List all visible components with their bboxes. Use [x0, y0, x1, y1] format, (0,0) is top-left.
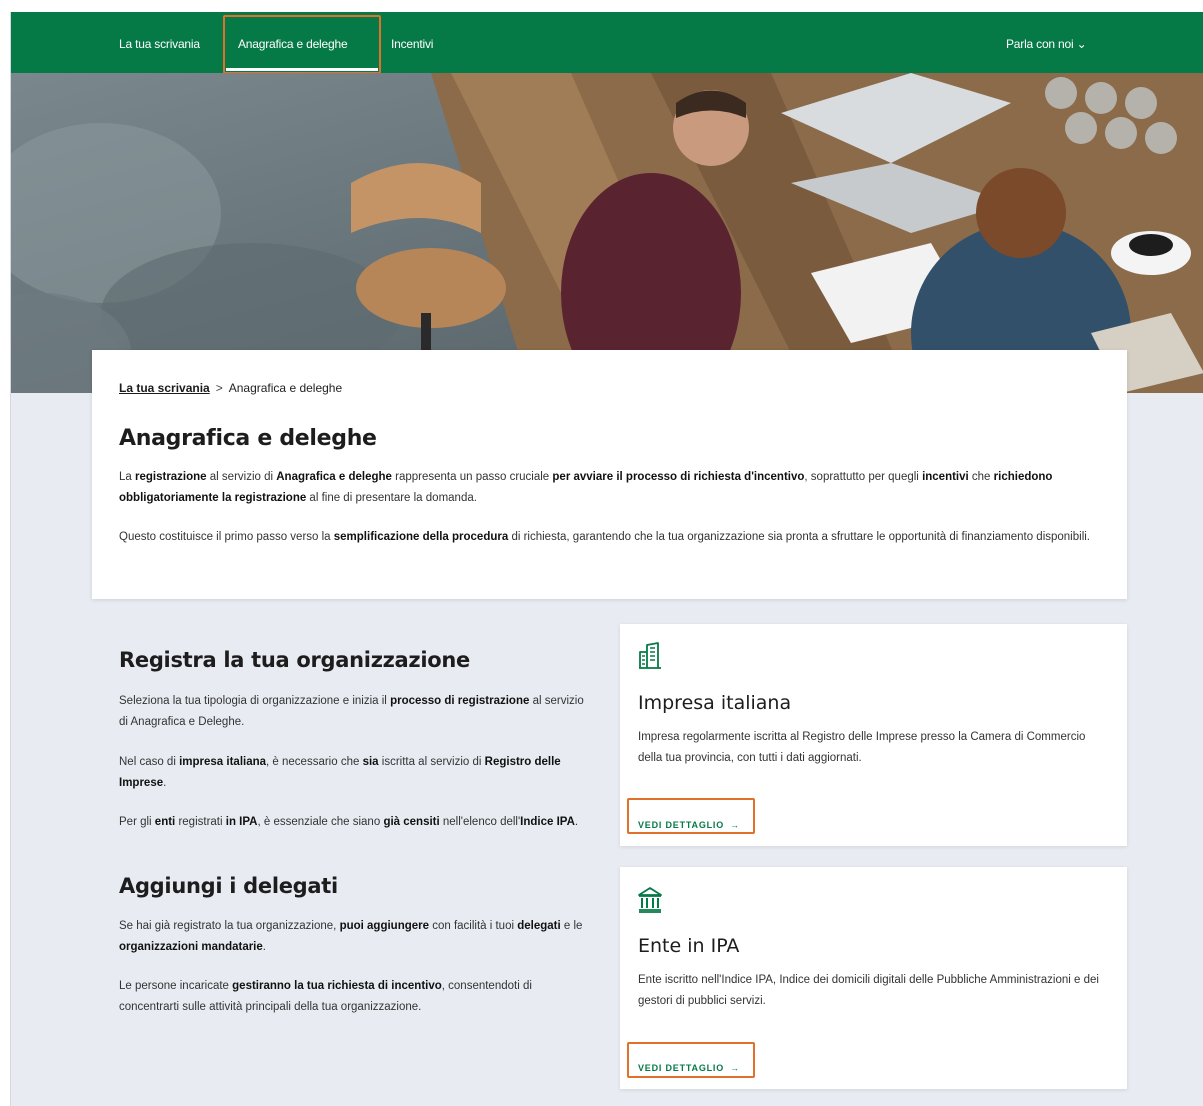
emphasis-text: sia [362, 756, 379, 768]
emphasis-text: organizzazioni mandatarie [119, 941, 263, 953]
intro-card: La tua scrivania > Anagrafica e deleghe An… [92, 350, 1127, 599]
link-label: VEDI DETTAGLIO [638, 1063, 725, 1073]
emphasis-text: semplificazione della procedura [333, 531, 509, 543]
card-description: Impresa regolarmente iscritta al Registr… [638, 731, 1086, 764]
intro-paragraph-2: Questo costituisce il primo passo verso … [119, 531, 1090, 543]
nav-item-incentivi[interactable]: Incentivi [391, 37, 433, 51]
card-title: Impresa italiana [638, 692, 792, 714]
vedi-dettaglio-link[interactable]: VEDI DETTAGLIO → [638, 1063, 740, 1073]
emphasis-text: in IPA [225, 816, 258, 828]
delegates-paragraph-2: Le persone incaricate gestiranno la tua … [119, 980, 532, 1013]
emphasis-text: delegati [517, 920, 561, 932]
delegates-paragraph-1: Se hai già registrato la tua organizzazi… [119, 920, 583, 953]
institution-icon [638, 887, 662, 913]
register-paragraph-3: Per gli enti registrati in IPA, è essenz… [119, 816, 579, 828]
arrow-right-icon: → [730, 820, 740, 830]
talk-with-us-menu[interactable]: Parla con noi ⌄ [1006, 37, 1087, 51]
breadcrumb-separator: > [215, 381, 223, 395]
page-title: Anagrafica e deleghe [119, 426, 377, 451]
emphasis-text: puoi aggiungere [339, 920, 430, 932]
nav-item-scrivania[interactable]: La tua scrivania [119, 37, 200, 51]
breadcrumb-current: Anagrafica e deleghe [228, 381, 343, 395]
register-section-title: Registra la tua organizzazione [119, 648, 470, 672]
chevron-down-icon: ⌄ [1076, 37, 1087, 51]
emphasis-text: processo di registrazione [390, 695, 530, 707]
impresa-italiana-card: Impresa italiana Impresa regolarmente is… [620, 624, 1127, 846]
emphasis-text: per avviare il processo di richiesta d'i… [552, 471, 805, 483]
ente-ipa-card: Ente in IPA Ente iscritto nell'Indice IP… [620, 867, 1127, 1089]
talk-label: Parla con noi [1006, 37, 1074, 51]
emphasis-text: Anagrafica e deleghe [276, 471, 392, 483]
hero-office-illustration [11, 73, 1203, 393]
emphasis-text: incentivi [922, 471, 969, 483]
emphasis-text: Indice IPA [520, 816, 575, 828]
building-icon [639, 642, 661, 669]
register-paragraph-2: Nel caso di impresa italiana, è necessar… [119, 756, 561, 789]
emphasis-text: registrazione [135, 471, 207, 483]
link-label: VEDI DETTAGLIO [638, 820, 725, 830]
emphasis-text: impresa italiana [179, 756, 267, 768]
arrow-right-icon: → [730, 1063, 740, 1073]
emphasis-text: enti [154, 816, 176, 828]
intro-paragraph-1: La registrazione al servizio di Anagrafi… [119, 471, 1053, 504]
delegates-section-title: Aggiungi i delegati [119, 874, 338, 898]
nav-item-anagrafica[interactable]: Anagrafica e deleghe [238, 37, 348, 51]
vedi-dettaglio-link[interactable]: VEDI DETTAGLIO → [638, 820, 740, 830]
card-description: Ente iscritto nell'Indice IPA, Indice de… [638, 974, 1099, 1007]
card-title: Ente in IPA [638, 935, 740, 957]
breadcrumb-home-link[interactable]: La tua scrivania [119, 381, 210, 395]
page-frame: La tua scrivania Anagrafica e deleghe In… [10, 12, 1203, 1106]
emphasis-text: già censiti [383, 816, 440, 828]
hero-image [11, 73, 1203, 393]
breadcrumb: La tua scrivania > Anagrafica e deleghe [119, 381, 342, 395]
top-nav: La tua scrivania Anagrafica e deleghe In… [11, 12, 1203, 73]
emphasis-text: gestiranno la tua richiesta di incentivo [232, 980, 442, 992]
register-paragraph-1: Seleziona la tua tipologia di organizzaz… [119, 695, 584, 728]
nav-active-indicator [226, 68, 378, 71]
